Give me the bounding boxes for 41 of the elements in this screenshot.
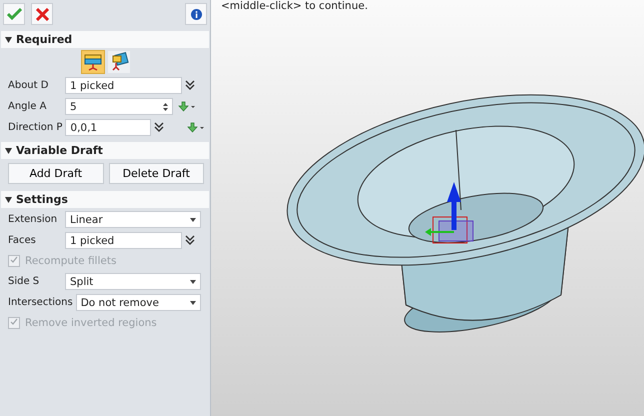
checkmark-icon [10, 256, 18, 264]
info-icon [190, 8, 202, 20]
dropdown-arrow-icon [190, 300, 196, 304]
draft-button[interactable]: Add Draft [8, 163, 104, 184]
draft-button[interactable]: Delete Draft [108, 163, 204, 184]
input-field[interactable]: 1 picked [65, 77, 182, 94]
checkmark-icon [6, 8, 22, 20]
field-label: Side S [8, 276, 40, 287]
prompt-text: <middle-click> to continue. [220, 0, 369, 12]
input-field[interactable]: 0,0,1 [65, 119, 151, 136]
caret-icon [5, 196, 12, 202]
close-icon [36, 8, 48, 20]
caret-icon [5, 148, 12, 154]
dropdown-field[interactable]: Do not remove [76, 294, 201, 311]
section-header[interactable]: Settings [1, 191, 209, 208]
section-header[interactable]: Variable Draft [1, 142, 209, 159]
dropdown-field[interactable]: Linear [65, 211, 201, 228]
double-chevron-icon[interactable] [185, 80, 195, 91]
field-label: About D [8, 80, 50, 91]
cancel-button[interactable] [31, 3, 53, 25]
info-button[interactable] [185, 3, 207, 25]
checkmark-icon [10, 318, 18, 326]
dropdown-field[interactable]: Split [65, 273, 201, 290]
input-field[interactable]: 1 picked [65, 232, 182, 249]
field-label: Angle A [8, 101, 48, 112]
pick-tool-icon[interactable] [185, 122, 204, 134]
field-label: Extension [8, 214, 58, 225]
caret-icon [5, 36, 12, 42]
confirm-button[interactable] [3, 3, 25, 25]
double-chevron-icon[interactable] [154, 122, 164, 133]
field-label: Intersections [8, 297, 73, 308]
section-header[interactable]: Required [1, 31, 209, 48]
input-field[interactable]: 5 [65, 98, 173, 115]
pick-tool-icon[interactable] [176, 100, 195, 112]
field-label: Direction P [8, 122, 62, 133]
draft-mode-button[interactable] [81, 50, 105, 74]
double-chevron-icon[interactable] [185, 235, 195, 246]
field-label: Faces [8, 235, 37, 246]
dropdown-arrow-icon [190, 280, 196, 284]
spinner-arrows-icon[interactable] [163, 102, 168, 112]
dropdown-arrow-icon [190, 218, 196, 222]
